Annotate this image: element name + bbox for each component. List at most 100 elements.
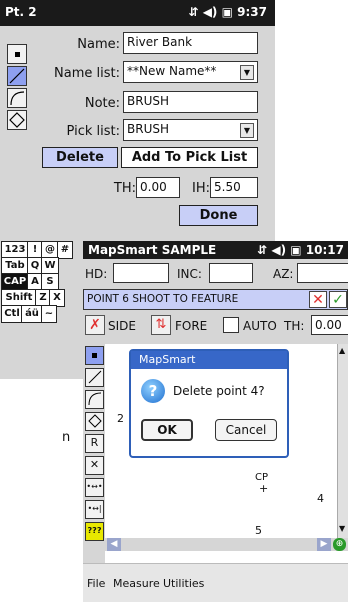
dialog-message: Delete point 4? [173,384,265,398]
speaker-icon: ◀) [271,243,287,257]
key-ctl[interactable]: Ctl [1,305,23,323]
note-field[interactable]: BRUSH [123,91,258,113]
zoom-fit-icon[interactable]: ⊕ [333,538,346,551]
note-label: Note: [84,96,120,111]
mapsmart-window: MapSmart SAMPLE ⇵ ◀) ▣ 10:17 HD: INC: AZ… [83,241,348,602]
margin-text: n [62,430,71,445]
polygon-tool-button[interactable] [85,412,104,431]
scroll-up-icon[interactable]: ▲ [339,346,345,355]
menu-utilities[interactable]: Utilities [163,577,204,590]
back-window-title: Pt. 2 [5,5,37,19]
add-to-pick-list-button[interactable]: Add To Pick List [121,147,258,168]
side-shot-icon[interactable]: ✗ [85,315,105,335]
battery-icon: ▣ [221,5,233,19]
scroll-down-icon[interactable]: ▼ [339,524,345,533]
menu-file[interactable]: File [87,577,105,590]
vertical-scrollbar[interactable]: ▲ ▼ [337,344,348,538]
ok-button[interactable]: OK [141,419,193,441]
x-tool-button[interactable]: ✕ [85,456,104,475]
arc-tool-button[interactable] [7,88,27,108]
scroll-left-icon[interactable]: ◀ [107,538,121,551]
menu-measure[interactable]: Measure [113,577,160,590]
inc-field[interactable] [209,263,253,283]
front-th-label: TH: [284,319,305,333]
key-accents[interactable]: áü [21,305,43,323]
arc-icon [10,91,25,106]
line-icon [9,68,25,84]
delete-point-dialog: MapSmart ? Delete point 4? OK Cancel [129,349,289,458]
front-th-field[interactable]: 0.00 [311,315,348,335]
measure-toolbar: HD: INC: AZ: POINT 6 SHOOT TO FEATURE ✕ … [83,259,348,344]
diamond-icon [9,112,25,128]
r-tool-button[interactable]: R [85,434,104,453]
point-tool-button[interactable] [7,44,27,64]
fore-label: FORE [175,319,208,333]
name-list-label: Name list: [54,66,120,81]
pick-list-value: BRUSH [127,122,169,136]
horizontal-scrollbar[interactable]: ◀ ▶ ⊕ [105,538,348,551]
point-instruction-bar: POINT 6 SHOOT TO FEATURE ✕ ✓ [83,289,348,310]
name-field[interactable]: River Bank [123,32,258,54]
hd-field[interactable] [113,263,169,283]
point-icon [92,353,97,358]
cancel-button[interactable]: Cancel [215,419,277,441]
confirm-check-icon[interactable]: ✓ [329,291,347,308]
map-point-label: 2 [117,412,124,425]
ih-field[interactable]: 5.50 [210,177,258,198]
point-edit-panel: Name: River Bank Name list: **New Name**… [0,26,275,241]
th-field[interactable]: 0.00 [136,177,180,198]
pick-list-select[interactable]: BRUSH ▼ [123,119,258,141]
name-list-select[interactable]: **New Name** ▼ [123,61,258,83]
diamond-icon [87,414,102,428]
front-system-tray: ⇵ ◀) ▣ 10:17 [257,243,344,257]
ih-label: IH: [192,181,210,196]
dialog-title-bar: MapSmart [131,351,287,369]
inc-label: INC: [177,267,202,281]
soft-keyboard: 123 ! @ # Tab Q W CAP A S Shift Z X Ctl … [0,241,85,379]
pick-list-label: Pick list: [66,124,120,139]
battery-icon: ▣ [290,243,302,257]
front-title-bar: MapSmart SAMPLE ⇵ ◀) ▣ 10:17 [83,241,348,259]
front-window-title: MapSmart SAMPLE [88,243,217,257]
arc-tool-button[interactable] [85,390,104,409]
connectivity-icon: ⇵ [257,243,268,257]
th-label: TH: [113,181,136,196]
key-tilde[interactable]: ~ [41,305,57,323]
front-clock: 10:17 [305,243,344,257]
fore-shot-icon[interactable]: ⇅ [151,315,171,335]
scroll-right-icon[interactable]: ▶ [317,538,331,551]
done-button[interactable]: Done [179,205,258,226]
line-tool-button[interactable] [85,368,104,387]
auto-checkbox[interactable] [223,317,239,333]
az-field[interactable] [297,263,348,283]
dialog-title: MapSmart [139,353,196,366]
map-point-label: 4 [317,492,324,505]
polygon-tool-button[interactable] [7,110,27,130]
arc-icon [88,392,101,406]
speaker-icon: ◀) [202,5,218,19]
unknown-tool-button[interactable]: ??? [85,522,104,541]
line-icon [88,370,101,384]
az-label: AZ: [273,267,294,281]
drawing-tools: R ✕ •↔• •↔| ??? [83,344,105,563]
point-tool-button[interactable] [85,346,104,365]
distance-tool-button[interactable]: •↔• [85,478,104,497]
point-instruction-text: POINT 6 SHOOT TO FEATURE [87,293,239,305]
point-icon [15,52,20,57]
back-clock: 9:37 [237,5,267,19]
control-point-icon: + [259,482,269,495]
map-point-label: 5 [255,524,262,537]
connectivity-icon: ⇵ [188,5,199,19]
dropdown-arrow-icon: ▼ [240,65,254,80]
line-tool-button[interactable] [7,66,27,86]
side-label: SIDE [108,319,136,333]
cancel-x-icon[interactable]: ✕ [309,291,327,308]
offset-tool-button[interactable]: •↔| [85,500,104,519]
menu-bar: File Measure Utilities [83,563,348,602]
delete-button[interactable]: Delete [42,147,118,168]
name-list-value: **New Name** [127,64,217,78]
key-hash[interactable]: # [57,241,73,259]
back-title-bar: Pt. 2 ⇵ ◀) ▣ 9:37 [0,0,275,26]
back-system-tray: ⇵ ◀) ▣ 9:37 [188,5,267,19]
question-icon: ? [141,379,165,403]
